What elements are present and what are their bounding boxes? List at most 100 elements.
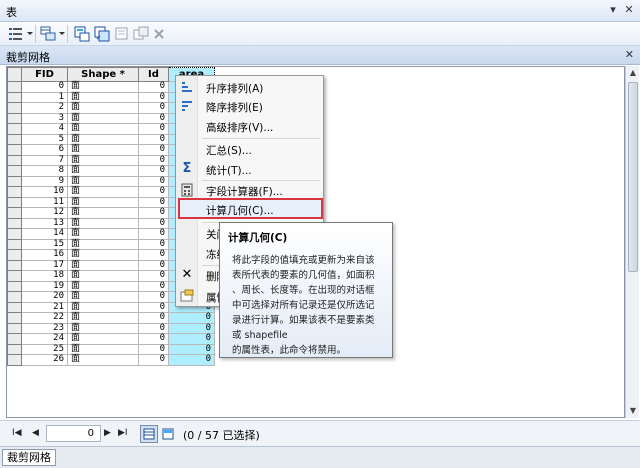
cell-id[interactable]: 0 (138, 102, 169, 114)
cell-fid[interactable]: 22 (21, 312, 68, 324)
row-selector[interactable] (7, 196, 22, 208)
cell-id[interactable]: 0 (138, 354, 169, 366)
show-all-records-icon[interactable] (140, 425, 158, 443)
column-header-fid[interactable]: FID (21, 67, 68, 82)
cell-fid[interactable]: 2 (21, 102, 68, 114)
row-selector[interactable] (7, 322, 22, 334)
scroll-down-arrow-icon[interactable]: ▼ (626, 404, 640, 418)
cell-shape[interactable]: 面 (67, 102, 139, 114)
cell-fid[interactable]: 5 (21, 133, 68, 145)
show-selected-records-icon[interactable] (159, 425, 177, 443)
cell-id[interactable]: 0 (138, 154, 169, 166)
cell-fid[interactable]: 18 (21, 270, 68, 282)
cell-id[interactable]: 0 (138, 228, 169, 240)
menu-item-field-calculator[interactable]: 字段计算器(F)... (176, 181, 323, 199)
cell-fid[interactable]: 26 (21, 354, 68, 366)
cell-id[interactable]: 0 (138, 249, 169, 261)
cell-id[interactable]: 0 (138, 186, 169, 198)
cell-shape[interactable]: 面 (67, 144, 139, 156)
cell-area[interactable]: 0 (168, 354, 215, 366)
cell-fid[interactable]: 24 (21, 333, 68, 345)
related-tables-icon[interactable] (40, 26, 56, 42)
related-tables-dropdown-icon[interactable] (59, 32, 65, 35)
cell-shape[interactable]: 面 (67, 217, 139, 229)
cell-id[interactable]: 0 (138, 217, 169, 229)
scrollbar-thumb[interactable] (628, 82, 638, 272)
cell-area[interactable]: 0 (168, 322, 215, 334)
cell-fid[interactable]: 11 (21, 196, 68, 208)
row-selector[interactable] (7, 102, 22, 114)
cell-id[interactable]: 0 (138, 144, 169, 156)
row-selector[interactable] (7, 312, 22, 324)
cell-fid[interactable]: 4 (21, 123, 68, 135)
cell-fid[interactable]: 14 (21, 228, 68, 240)
row-selector[interactable] (7, 112, 22, 124)
cell-id[interactable]: 0 (138, 280, 169, 292)
table-row[interactable]: 24 面 0 0 (7, 333, 215, 345)
table-options-icon[interactable] (8, 26, 24, 42)
menu-item-sort-descending[interactable]: 降序排列(E) (176, 97, 323, 115)
cell-shape[interactable]: 面 (67, 228, 139, 240)
cell-id[interactable]: 0 (138, 165, 169, 177)
cell-shape[interactable]: 面 (67, 354, 139, 366)
cell-fid[interactable]: 8 (21, 165, 68, 177)
cell-shape[interactable]: 面 (67, 196, 139, 208)
row-selector[interactable] (7, 91, 22, 103)
cell-id[interactable]: 0 (138, 333, 169, 345)
cell-shape[interactable]: 面 (67, 133, 139, 145)
cell-id[interactable]: 0 (138, 291, 169, 303)
row-selector[interactable] (7, 165, 22, 177)
cell-fid[interactable]: 9 (21, 175, 68, 187)
cell-shape[interactable]: 面 (67, 343, 139, 355)
cell-id[interactable]: 0 (138, 133, 169, 145)
cell-id[interactable]: 0 (138, 301, 169, 313)
clear-selection-icon[interactable] (114, 26, 130, 42)
cell-shape[interactable]: 面 (67, 123, 139, 135)
cell-id[interactable]: 0 (138, 312, 169, 324)
cell-id[interactable]: 0 (138, 259, 169, 271)
cell-fid[interactable]: 10 (21, 186, 68, 198)
cell-shape[interactable]: 面 (67, 249, 139, 261)
zoom-to-selected-icon[interactable] (133, 26, 149, 42)
cell-shape[interactable]: 面 (67, 301, 139, 313)
row-selector[interactable] (7, 81, 22, 93)
table-row[interactable]: 23 面 0 0 (7, 322, 215, 334)
cell-id[interactable]: 0 (138, 91, 169, 103)
cell-shape[interactable]: 面 (67, 112, 139, 124)
cell-shape[interactable]: 面 (67, 207, 139, 219)
row-selector[interactable] (7, 175, 22, 187)
cell-shape[interactable]: 面 (67, 165, 139, 177)
cell-shape[interactable]: 面 (67, 270, 139, 282)
row-selector[interactable] (7, 154, 22, 166)
row-selector[interactable] (7, 123, 22, 135)
cell-fid[interactable]: 23 (21, 322, 68, 334)
cell-shape[interactable]: 面 (67, 280, 139, 292)
cell-id[interactable]: 0 (138, 112, 169, 124)
cell-fid[interactable]: 16 (21, 249, 68, 261)
table-tab-close-button[interactable]: ✕ (625, 48, 634, 61)
vertical-scrollbar[interactable]: ▲ ▼ (625, 66, 639, 418)
select-all-header[interactable] (7, 67, 22, 82)
cell-shape[interactable]: 面 (67, 322, 139, 334)
menu-item-summarize[interactable]: 汇总(S)... (176, 140, 323, 158)
table-row[interactable]: 26 面 0 0 (7, 354, 215, 366)
cell-id[interactable]: 0 (138, 322, 169, 334)
cell-id[interactable]: 0 (138, 270, 169, 282)
menu-item-sort-ascending[interactable]: 升序排列(A) (176, 78, 323, 96)
row-selector[interactable] (7, 333, 22, 345)
pin-dropdown-icon[interactable]: ▾ (606, 3, 620, 17)
row-selector[interactable] (7, 133, 22, 145)
delete-selected-icon[interactable] (151, 26, 167, 42)
column-header-id[interactable]: Id (138, 67, 169, 82)
row-selector[interactable] (7, 280, 22, 292)
table-options-dropdown-icon[interactable] (27, 32, 33, 35)
last-record-button[interactable]: ▶I (118, 428, 128, 438)
current-record-input[interactable]: 0 (46, 425, 101, 442)
menu-item-statistics[interactable]: Σ 统计(T)... (176, 160, 323, 178)
cell-fid[interactable]: 25 (21, 343, 68, 355)
cell-shape[interactable]: 面 (67, 81, 139, 93)
cell-shape[interactable]: 面 (67, 259, 139, 271)
cell-shape[interactable]: 面 (67, 312, 139, 324)
menu-item-advanced-sort[interactable]: 高级排序(V)... (176, 117, 323, 135)
cell-area[interactable]: 0 (168, 343, 215, 355)
